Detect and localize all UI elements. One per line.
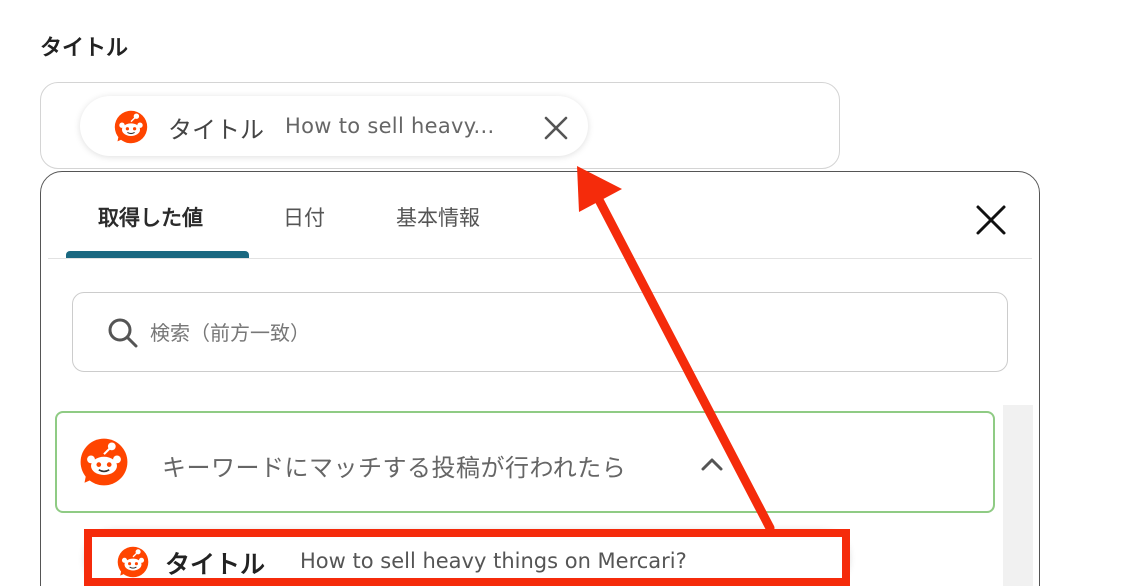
search-icon bbox=[108, 318, 138, 348]
reddit-icon bbox=[114, 110, 148, 144]
trigger-group-title: キーワードにマッチする投稿が行われたら bbox=[162, 454, 627, 482]
tab-divider bbox=[48, 258, 1032, 259]
chip-remove-icon[interactable] bbox=[540, 112, 572, 144]
search-input[interactable] bbox=[150, 318, 970, 348]
value-picker-panel bbox=[40, 171, 1040, 586]
reddit-icon bbox=[117, 546, 149, 578]
tab-date[interactable]: 日付 bbox=[283, 202, 325, 232]
reddit-icon bbox=[80, 438, 128, 486]
chip-variable-value: How to sell heavy... bbox=[285, 114, 495, 138]
value-item-name: タイトル bbox=[165, 550, 266, 579]
active-tab-indicator bbox=[66, 251, 249, 258]
chevron-up-icon[interactable] bbox=[698, 450, 726, 478]
field-label: タイトル bbox=[40, 36, 129, 61]
close-icon[interactable] bbox=[973, 202, 1009, 238]
value-item-value: How to sell heavy things on Mercari? bbox=[300, 549, 687, 573]
tab-basic-info[interactable]: 基本情報 bbox=[396, 202, 480, 232]
tab-acquired-values[interactable]: 取得した値 bbox=[98, 202, 203, 232]
scrollbar-track[interactable] bbox=[1003, 405, 1033, 586]
chip-variable-name: タイトル bbox=[168, 116, 264, 144]
